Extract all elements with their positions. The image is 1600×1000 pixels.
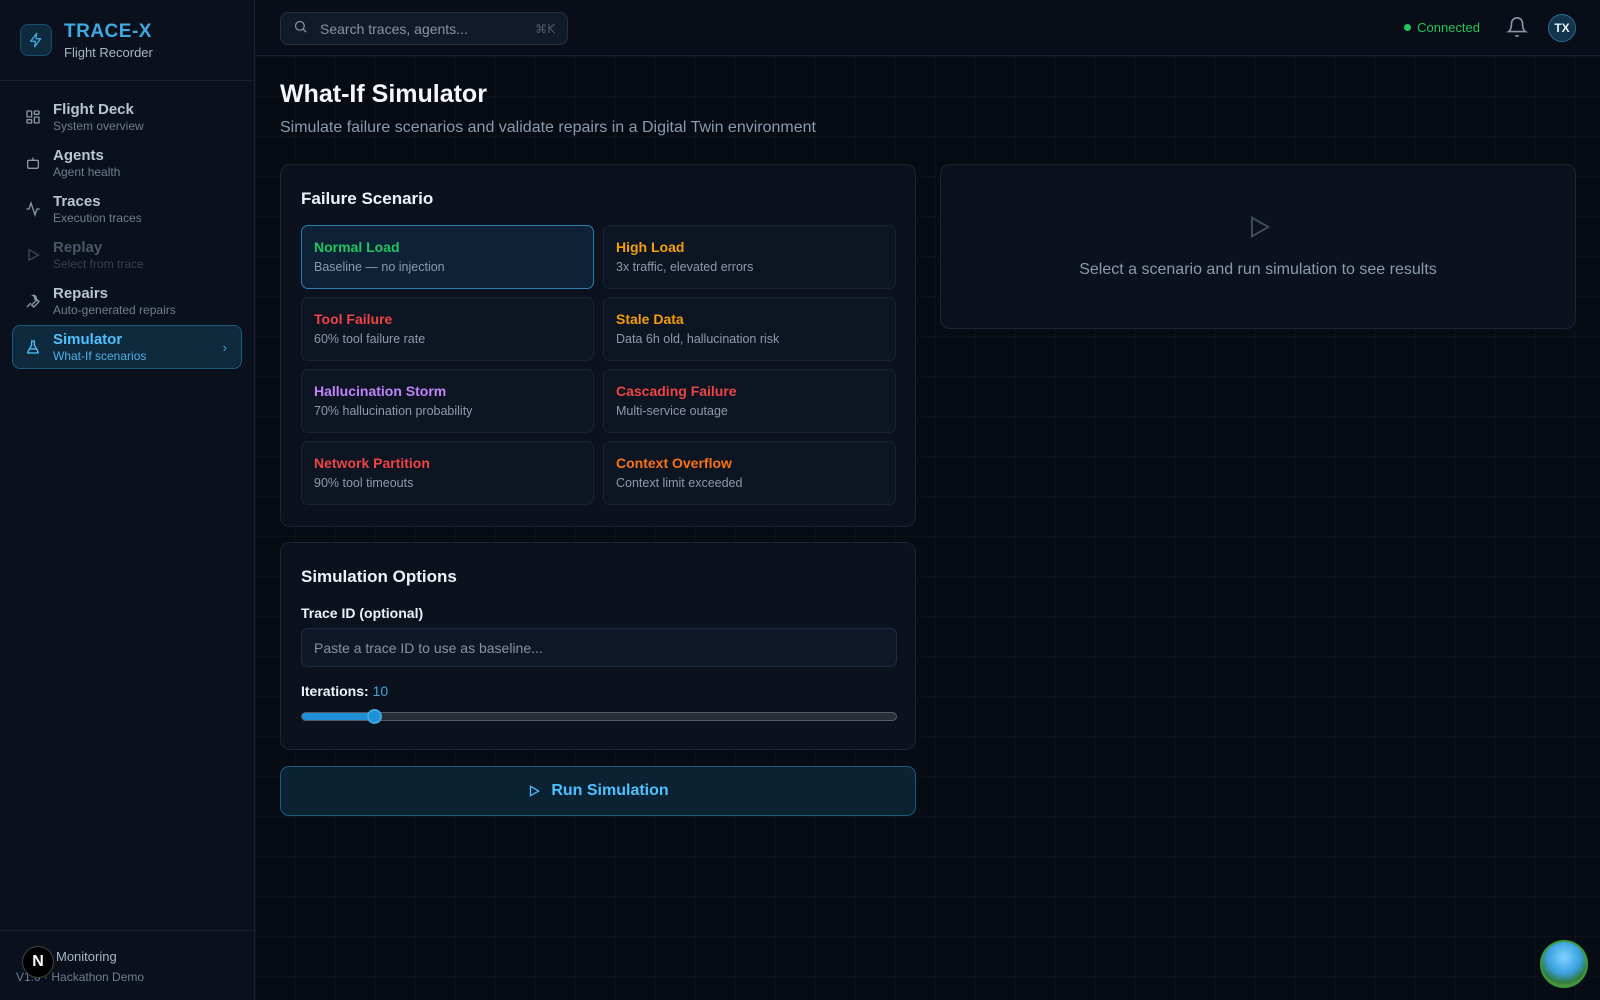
scenario-desc: Context limit exceeded [616,476,743,490]
iterations-label: Iterations: 10 [301,683,388,699]
play-icon [1245,213,1273,246]
results-panel: Select a scenario and run simulation to … [940,164,1576,329]
search-input[interactable] [320,20,536,37]
card-title: Failure Scenario [301,189,434,208]
failure-scenario-card: Failure Scenario Normal Load Baseline — … [280,164,916,527]
results-empty-text: Select a scenario and run simulation to … [1079,261,1437,278]
iterations-label-text: Iterations: [301,683,369,699]
sidebar-item-simulator[interactable]: Simulator What-If scenarios › [12,325,242,369]
slider-fill [302,713,374,720]
scenario-hallucination-storm[interactable]: Hallucination Storm 70% hallucination pr… [301,369,594,433]
scenario-name: Tool Failure [314,311,393,327]
run-simulation-button[interactable]: Run Simulation [280,766,916,816]
card-title: Simulation Options [301,567,457,586]
iterations-value: 10 [372,683,389,699]
wrench-icon [25,293,41,309]
search-bar[interactable]: ⌘K [280,12,568,45]
page-subtitle: Simulate failure scenarios and validate … [280,119,816,136]
sidebar-item-traces[interactable]: Traces Execution traces [12,187,242,231]
scenario-name: Stale Data [616,311,684,327]
play-icon [530,785,541,797]
sidebar-item-desc: Select from trace [53,257,144,271]
sidebar-item-replay: Replay Select from trace [12,233,242,277]
scenario-desc: 3x traffic, elevated errors [616,260,754,274]
simulation-options-card: Simulation Options Trace ID (optional) I… [280,542,916,750]
flask-icon [25,339,41,355]
scenario-desc: Data 6h old, hallucination risk [616,332,780,346]
user-avatar[interactable]: TX [1548,14,1576,42]
scenario-stale-data[interactable]: Stale Data Data 6h old, hallucination ri… [603,297,896,361]
scenario-desc: 70% hallucination probability [314,404,473,418]
scenario-name: Normal Load [314,239,400,255]
scenario-desc: 60% tool failure rate [314,332,426,346]
scenario-cascading-failure[interactable]: Cascading Failure Multi-service outage [603,369,896,433]
sidebar-item-label: Simulator [53,331,123,348]
sidebar-item-label: Traces [53,193,101,210]
scenario-tool-failure[interactable]: Tool Failure 60% tool failure rate [301,297,594,361]
scenario-desc: Baseline — no injection [314,260,445,274]
trace-id-input[interactable] [301,628,897,667]
play-icon [25,247,41,263]
sidebar-item-desc: What-If scenarios [53,349,147,363]
page-title: What-If Simulator [280,80,487,108]
scenario-grid: Normal Load Baseline — no injection High… [301,225,897,505]
run-simulation-label: Run Simulation [551,782,669,799]
chevron-right-icon: › [222,340,227,355]
sidebar-item-desc: Execution traces [53,211,142,225]
n-badge[interactable]: N [22,946,54,978]
scenario-name: Context Overflow [616,455,732,471]
sidebar-item-desc: Auto-generated repairs [53,303,176,317]
sidebar: TRACE-X Flight Recorder Flight Deck Syste… [0,0,255,1000]
sidebar-footer: N Monitoring V1.0 · Hackathon Demo [0,930,255,1000]
grid-icon [25,109,41,125]
scenario-context-overflow[interactable]: Context Overflow Context limit exceeded [603,441,896,505]
slider-thumb[interactable] [366,709,382,724]
search-icon [293,19,308,39]
lightning-icon [20,24,52,56]
scenario-name: Hallucination Storm [314,383,447,399]
monitoring-label: Monitoring [56,949,117,964]
scenario-network-partition[interactable]: Network Partition 90% tool timeouts [301,441,594,505]
connection-status: Connected [1404,20,1480,35]
sidebar-item-label: Flight Deck [53,101,134,118]
scenario-high-load[interactable]: High Load 3x traffic, elevated errors [603,225,896,289]
sidebar-item-flight-deck[interactable]: Flight Deck System overview [12,95,242,139]
brand-subtitle: Flight Recorder [64,44,153,60]
brand-title: TRACE-X [64,20,152,42]
iterations-slider[interactable] [301,709,897,724]
sidebar-item-desc: System overview [53,119,144,133]
trace-id-label: Trace ID (optional) [301,605,424,621]
scenario-name: High Load [616,239,685,255]
sidebar-item-desc: Agent health [53,165,121,179]
sidebar-item-agents[interactable]: Agents Agent health [12,141,242,185]
bell-icon[interactable] [1506,16,1528,43]
assistant-avatar[interactable] [1540,940,1588,988]
topbar: ⌘K Connected TX [255,0,1600,56]
status-dot [1404,24,1412,31]
brand[interactable]: TRACE-X Flight Recorder [0,0,254,81]
sidebar-nav: Flight Deck System overview Agents Agent h… [0,81,254,385]
scenario-desc: 90% tool timeouts [314,476,414,490]
bot-icon [25,155,41,171]
sidebar-item-repairs[interactable]: Repairs Auto-generated repairs [12,279,242,323]
sidebar-item-label: Replay [53,239,103,256]
connection-label: Connected [1417,20,1480,35]
scenario-normal-load[interactable]: Normal Load Baseline — no injection [301,225,594,289]
sidebar-item-label: Repairs [53,285,109,302]
scenario-desc: Multi-service outage [616,404,728,418]
scenario-name: Network Partition [314,455,430,471]
search-shortcut: ⌘K [535,21,555,36]
scenario-name: Cascading Failure [616,383,737,399]
activity-icon [25,201,41,217]
sidebar-item-label: Agents [53,147,104,164]
